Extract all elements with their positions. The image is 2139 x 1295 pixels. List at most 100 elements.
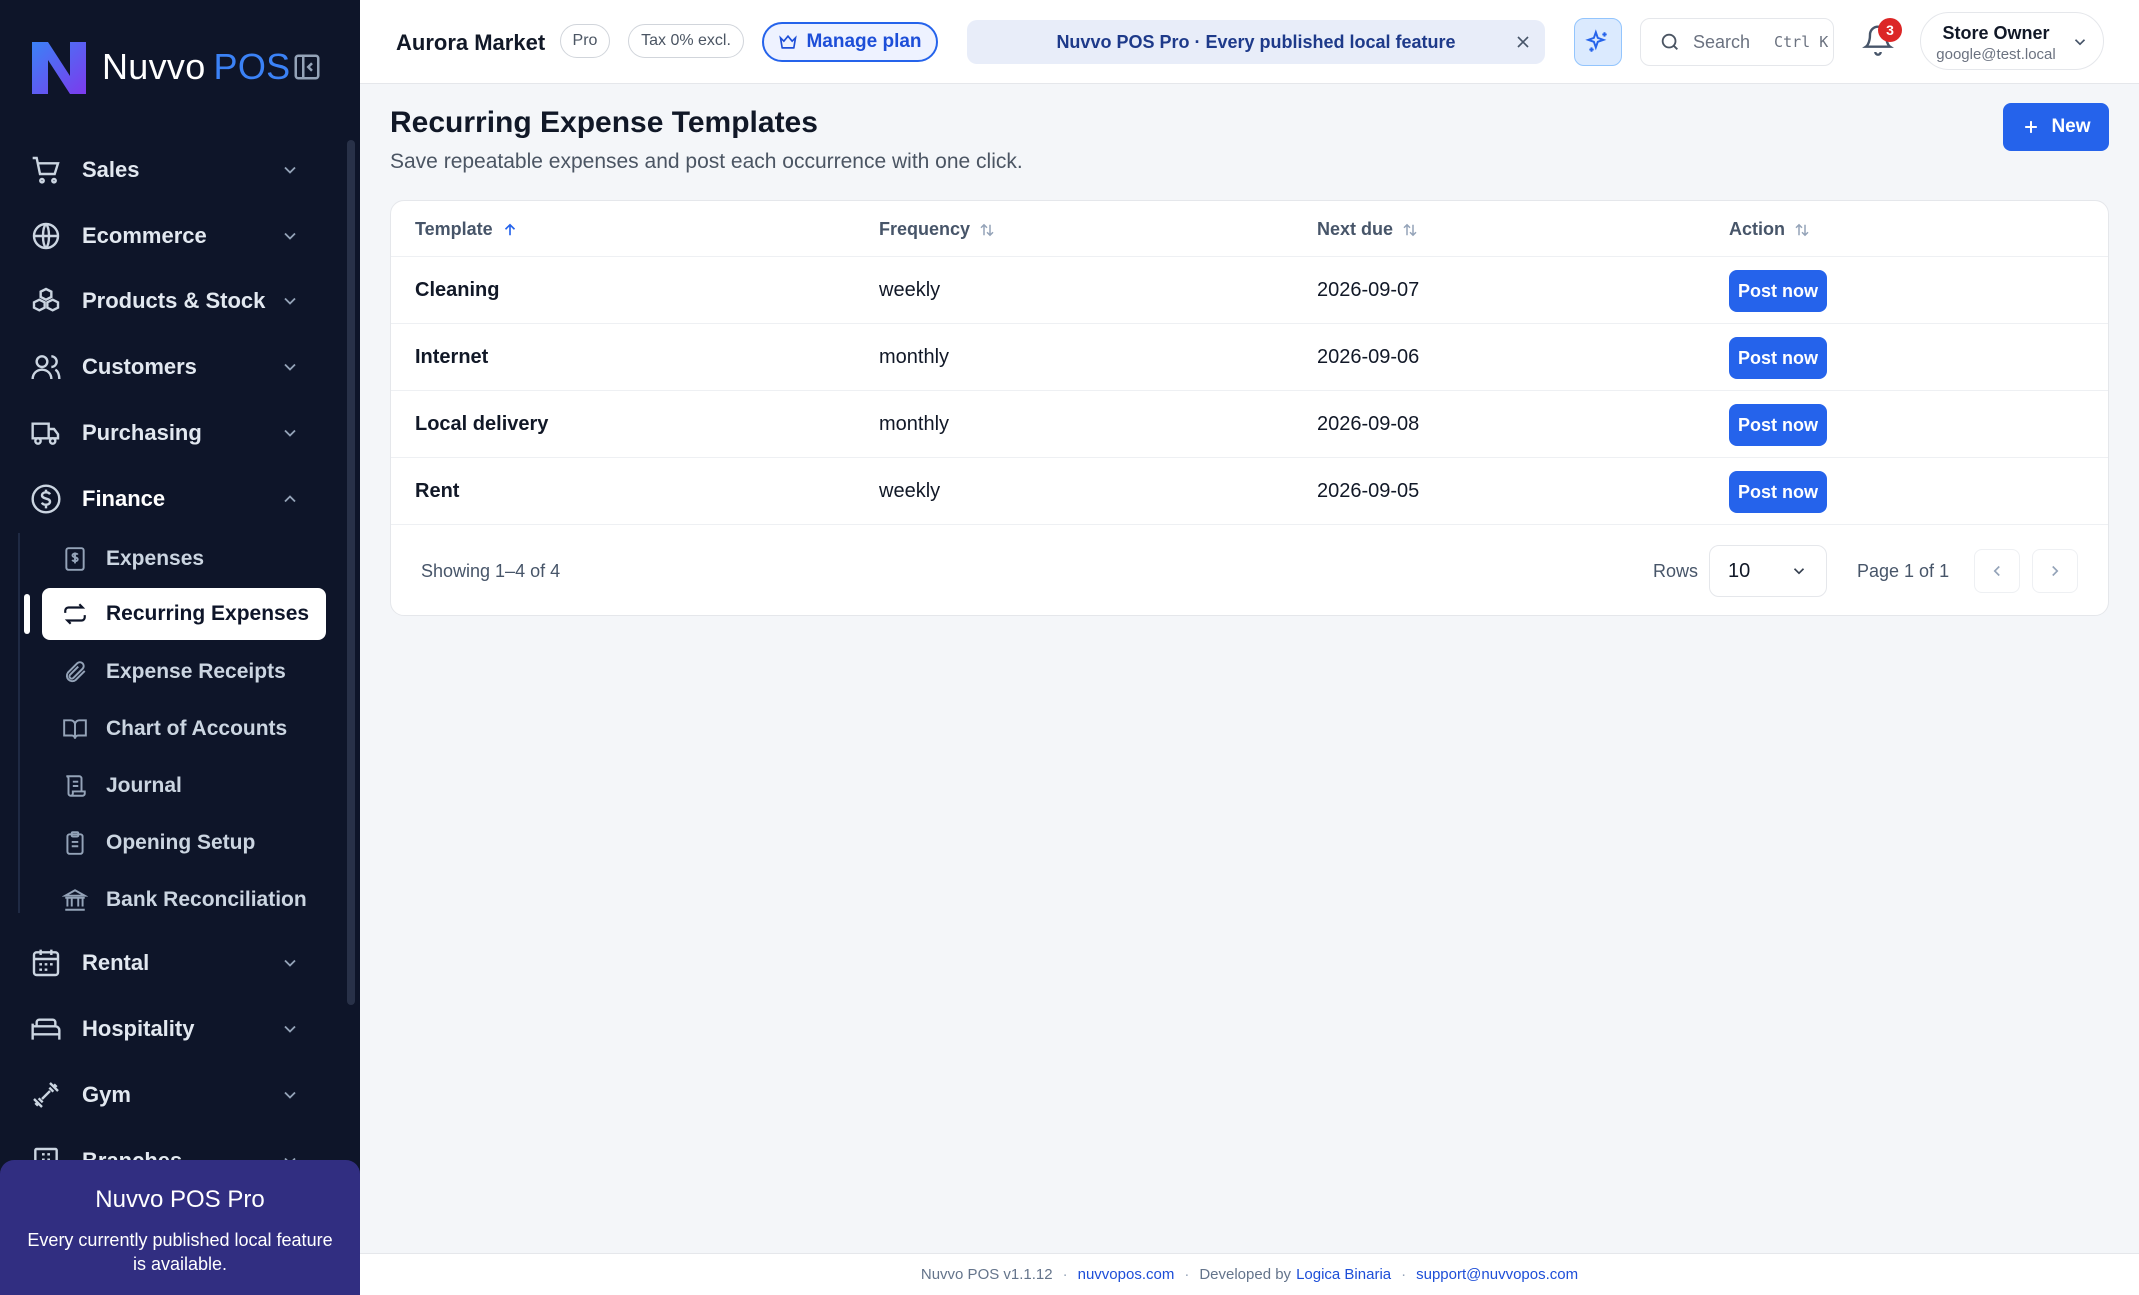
sidebar-item-label: Products & Stock: [82, 288, 266, 313]
sort-icon: [1403, 223, 1417, 236]
calendar-icon: [32, 949, 60, 977]
search-shortcut: Ctrl K: [1774, 33, 1829, 51]
developer-link[interactable]: Logica Binaria: [1296, 1266, 1391, 1283]
sort-ascending-icon: [504, 223, 515, 235]
chevron-down-icon: [284, 959, 296, 967]
chevron-left-icon: [1993, 565, 2000, 577]
top-header: Aurora Market Pro Tax 0% excl. Manage pl…: [360, 0, 2139, 84]
next-page-button[interactable]: [2032, 549, 2078, 593]
chevron-down-icon: [284, 429, 296, 437]
rows-per-page-select[interactable]: 10: [1709, 545, 1827, 597]
sidebar-item-customers[interactable]: Customers: [30, 343, 320, 391]
sidebar-scrollbar[interactable]: [347, 140, 355, 1005]
sidebar-item-journal[interactable]: Journal: [42, 760, 326, 812]
next-due: 2026-09-08: [1317, 413, 1420, 435]
column-header-template[interactable]: Template: [415, 219, 519, 240]
post-now-button[interactable]: Post now: [1729, 270, 1827, 312]
post-now-button[interactable]: Post now: [1729, 404, 1827, 446]
sidebar-item-label: Recurring Expenses: [106, 602, 310, 625]
sidebar-item-label: Bank Reconciliation: [106, 888, 307, 911]
sidebar-item-label: Ecommerce: [82, 223, 207, 248]
sidebar-item-expenses[interactable]: Expenses: [42, 533, 326, 585]
search-box[interactable]: Search Ctrl K: [1640, 18, 1834, 66]
sidebar-item-opening-setup[interactable]: Opening Setup: [42, 817, 326, 869]
sidebar-item-label: Finance: [82, 486, 166, 511]
dollar-circle-icon: [31, 484, 61, 514]
chevron-down-icon: [284, 166, 296, 174]
clipboard-icon: [66, 831, 84, 855]
template-name: Rent: [415, 480, 460, 502]
chevron-down-icon: [284, 1091, 296, 1099]
plan-badge: Pro: [560, 24, 610, 58]
post-now-button[interactable]: Post now: [1729, 471, 1827, 513]
sidebar-item-label: Expense Receipts: [106, 660, 286, 683]
users-icon: [31, 355, 61, 380]
column-header-action[interactable]: Action: [1729, 219, 1811, 240]
close-icon[interactable]: [1513, 32, 1533, 52]
previous-page-button[interactable]: [1974, 549, 2020, 593]
boxes-icon: [32, 287, 60, 312]
banner-text: Nuvvo POS Pro · Every published local fe…: [1056, 31, 1456, 52]
sidebar-item-rental[interactable]: Rental: [30, 939, 320, 987]
table-row[interactable]: Local delivery monthly 2026-09-08 Post n…: [391, 391, 2108, 458]
separator: ·: [1184, 1266, 1190, 1283]
brand[interactable]: Nuvvo POS: [26, 32, 290, 102]
manage-plan-button[interactable]: Manage plan: [762, 22, 938, 62]
bank-icon: [62, 889, 88, 911]
website-link[interactable]: nuvvopos.com: [1078, 1266, 1175, 1283]
notification-count-badge: 3: [1878, 18, 1902, 42]
chevron-down-icon: [284, 1025, 296, 1033]
page-subtitle: Save repeatable expenses and post each o…: [390, 150, 1023, 173]
user-menu[interactable]: Store Owner google@test.local: [1920, 12, 2104, 70]
tax-badge[interactable]: Tax 0% excl.: [628, 24, 744, 58]
support-email-link[interactable]: support@nuvvopos.com: [1416, 1266, 1578, 1283]
truck-icon: [31, 422, 60, 445]
promo-title: Nuvvo POS Pro: [95, 1186, 265, 1213]
sidebar-item-recurring-expenses[interactable]: Recurring Expenses: [42, 588, 326, 640]
pro-plan-promo: Nuvvo POS Pro Every currently published …: [0, 1160, 360, 1295]
sidebar-item-label: Rental: [82, 950, 150, 975]
collapse-sidebar-icon[interactable]: [292, 52, 322, 82]
sidebar: Nuvvo POS Sales Ecommerce Products & Stoc…: [0, 0, 360, 1295]
table-row[interactable]: Internet monthly 2026-09-06 Post now: [391, 324, 2108, 391]
submenu-guide-line: [18, 533, 20, 913]
post-now-button[interactable]: Post now: [1729, 337, 1827, 379]
sidebar-item-chart-of-accounts[interactable]: Chart of Accounts: [42, 703, 326, 755]
page-footer: Nuvvo POS v1.1.12 · nuvvopos.com · Devel…: [360, 1253, 2139, 1295]
ai-assistant-button[interactable]: [1574, 18, 1622, 66]
sidebar-item-products-stock[interactable]: Products & Stock: [30, 277, 320, 325]
sidebar-item-label: Chart of Accounts: [106, 717, 288, 740]
book-icon: [63, 719, 87, 739]
dumbbell-icon: [33, 1082, 59, 1108]
sidebar-item-bank-reconciliation[interactable]: Bank Reconciliation: [42, 874, 326, 926]
chevron-up-icon: [284, 495, 296, 503]
table-row[interactable]: Cleaning weekly 2026-09-07 Post now: [391, 257, 2108, 324]
sidebar-item-sales[interactable]: Sales: [30, 146, 320, 194]
column-header-next-due[interactable]: Next due: [1317, 219, 1419, 240]
app-version: Nuvvo POS v1.1.12: [920, 1266, 1053, 1283]
rows-per-page-value: 10: [1728, 560, 1751, 582]
table-row[interactable]: Rent weekly 2026-09-05 Post now: [391, 458, 2108, 525]
plus-icon: [2025, 121, 2038, 133]
sidebar-item-expense-receipts[interactable]: Expense Receipts: [42, 646, 326, 698]
sidebar-item-hospitality[interactable]: Hospitality: [30, 1005, 320, 1053]
store-name[interactable]: Aurora Market: [396, 30, 545, 56]
sidebar-item-ecommerce[interactable]: Ecommerce: [30, 212, 320, 260]
page-info: Page 1 of 1: [1857, 561, 1950, 581]
sort-icon: [1795, 223, 1809, 236]
sidebar-item-finance[interactable]: Finance: [30, 475, 320, 523]
new-template-button[interactable]: New: [2003, 103, 2109, 151]
sidebar-item-purchasing[interactable]: Purchasing: [30, 409, 320, 457]
next-due: 2026-09-06: [1317, 346, 1420, 368]
sidebar-item-label: Expenses: [106, 547, 205, 570]
next-due: 2026-09-07: [1317, 279, 1420, 301]
active-indicator: [24, 594, 30, 634]
sidebar-item-gym[interactable]: Gym: [30, 1071, 320, 1119]
column-header-frequency[interactable]: Frequency: [879, 219, 996, 240]
column-label: Template: [415, 219, 493, 239]
rows-label: Rows: [1653, 561, 1699, 581]
promo-text: Every currently published local feature …: [27, 1230, 333, 1274]
crown-icon: [779, 34, 798, 49]
chevron-down-icon: [284, 363, 296, 371]
manage-plan-label: Manage plan: [806, 31, 922, 52]
